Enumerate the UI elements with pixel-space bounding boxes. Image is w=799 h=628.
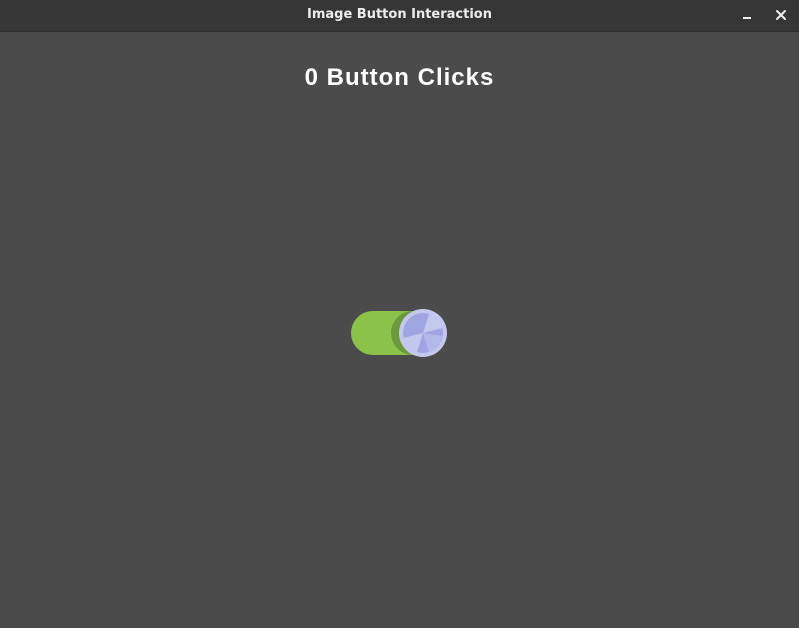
- minimize-button[interactable]: [734, 3, 760, 27]
- toggle-switch-icon: [351, 309, 447, 357]
- click-count-heading: 0 Button Clicks: [304, 64, 495, 91]
- close-icon: [776, 10, 786, 20]
- window-title: Image Button Interaction: [307, 7, 492, 22]
- image-button[interactable]: [349, 308, 449, 358]
- minimize-icon: [743, 17, 751, 19]
- title-bar[interactable]: Image Button Interaction: [0, 0, 799, 32]
- close-button[interactable]: [768, 3, 794, 27]
- app-window: Image Button Interaction 0 Button Clicks: [0, 0, 799, 628]
